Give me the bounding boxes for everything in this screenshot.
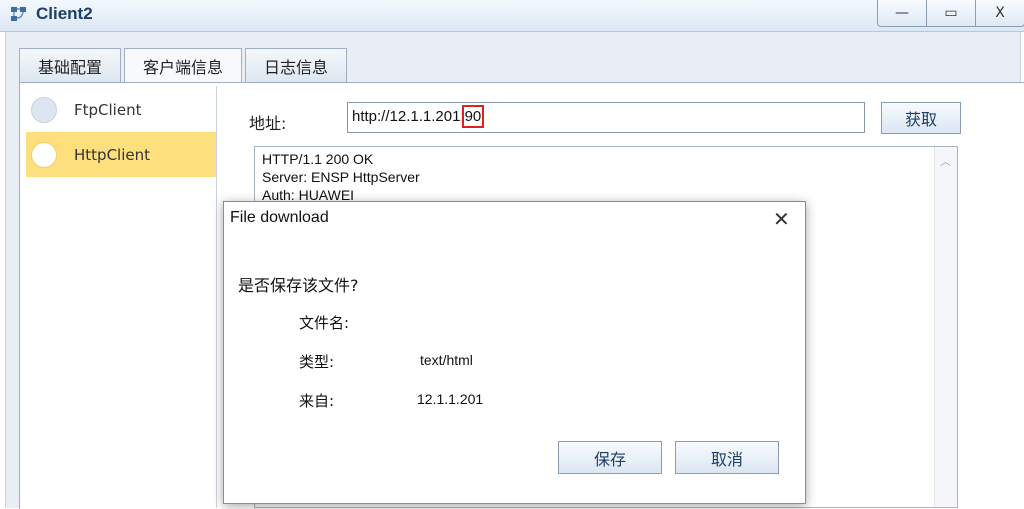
sidebar-item-label: FtpClient — [74, 100, 142, 119]
type-value: text/html — [420, 352, 473, 368]
from-value: 12.1.1.201 — [417, 391, 484, 407]
tab-basic-config[interactable]: 基础配置 — [19, 48, 122, 82]
dialog-question: 是否保存该文件? — [238, 276, 359, 295]
sidebar-item-ftpclient[interactable]: FtpClient — [26, 87, 216, 132]
dialog-close-icon[interactable]: ✕ — [773, 207, 790, 231]
filename-label: 文件名: — [299, 314, 350, 332]
tab-bar: 基础配置 客户端信息 日志信息 — [19, 48, 348, 82]
dialog-title: File download — [230, 209, 329, 226]
response-line: Server: ENSP HttpServer — [262, 169, 420, 185]
scroll-up-icon[interactable]: ︿ — [940, 153, 951, 169]
maximize-button[interactable]: ▭ — [927, 0, 976, 26]
tab-client-info[interactable]: 客户端信息 — [124, 48, 243, 82]
fetch-button[interactable]: 获取 — [881, 102, 961, 134]
minimize-button[interactable]: — — [878, 0, 927, 26]
maximize-icon: ▭ — [944, 5, 958, 21]
sidebar-item-label: HttpClient — [74, 145, 150, 164]
ftpclient-icon — [31, 96, 57, 123]
client-sidebar: FtpClient HttpClient — [26, 86, 217, 508]
address-value-prefix: http://12.1.1.201: — [352, 108, 465, 125]
window-controls: — ▭ X — [877, 0, 1024, 27]
from-label: 来自: — [299, 392, 335, 410]
type-label: 类型: — [299, 353, 335, 371]
cancel-button[interactable]: 取消 — [675, 441, 779, 474]
close-icon: X — [995, 5, 1005, 21]
port-highlight: 90 — [461, 105, 485, 128]
response-line: HTTP/1.1 200 OK — [262, 151, 374, 167]
address-input[interactable]: http://12.1.1.201:90 — [347, 102, 865, 133]
tab-log-info[interactable]: 日志信息 — [245, 48, 348, 82]
app-icon — [11, 7, 26, 21]
httpclient-icon — [31, 141, 57, 168]
minimize-icon: — — [895, 5, 909, 21]
save-button[interactable]: 保存 — [558, 441, 662, 474]
sidebar-item-httpclient[interactable]: HttpClient — [26, 132, 216, 177]
response-scrollbar[interactable]: ︿ — [934, 147, 957, 507]
close-button[interactable]: X — [976, 0, 1024, 26]
window-title: Client2 — [36, 4, 93, 23]
title-bar: Client2 — ▭ X — [0, 0, 1024, 32]
file-download-dialog: File download ✕ 是否保存该文件? 文件名: 类型: text/h… — [223, 201, 806, 504]
address-label: 地址: — [249, 114, 287, 133]
